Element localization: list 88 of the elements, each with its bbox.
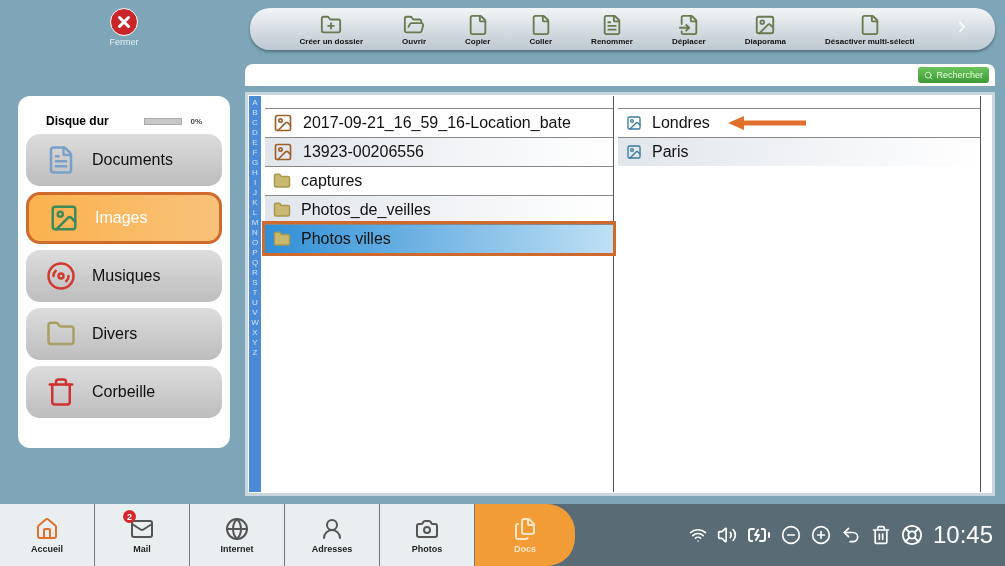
zoom-out-icon[interactable]	[780, 525, 801, 545]
alphabet-letter[interactable]: H	[252, 168, 258, 178]
toolbar-button[interactable]: Coller	[529, 14, 553, 46]
search-field[interactable]: Rechercher	[245, 64, 995, 86]
taskbar-icon	[225, 516, 249, 541]
taskbar-icon	[513, 516, 537, 541]
file-name: Paris	[652, 143, 689, 161]
search-icon	[924, 70, 934, 80]
folder-icon	[273, 230, 291, 248]
zoom-in-icon[interactable]	[810, 525, 831, 545]
undo-icon[interactable]	[840, 525, 861, 545]
folder-icon	[273, 172, 291, 190]
trash-icon[interactable]	[870, 525, 891, 545]
file-name: captures	[301, 172, 363, 190]
disk-usage-reading: 0%	[190, 116, 202, 126]
alphabet-letter[interactable]: V	[252, 308, 258, 318]
alphabet-letter[interactable]: S	[252, 278, 258, 288]
alphabet-letter[interactable]: G	[251, 158, 259, 168]
sidebar-item[interactable]: Divers	[26, 308, 222, 360]
file-name: Photos villes	[301, 230, 391, 248]
alphabet-letter[interactable]: J	[253, 188, 257, 198]
volume-icon[interactable]	[716, 525, 737, 545]
alphabet-letter[interactable]: L	[252, 208, 258, 218]
alphabet-letter[interactable]: B	[252, 108, 258, 118]
search-button[interactable]: Rechercher	[918, 67, 989, 83]
alphabet-letter[interactable]: K	[252, 198, 258, 208]
taskbar-icon	[320, 516, 344, 541]
alphabet-letter[interactable]: T	[252, 288, 258, 298]
category-icon	[46, 377, 76, 407]
alphabet-letter[interactable]: N	[252, 228, 258, 238]
file-list-item[interactable]: Photos villes	[265, 224, 613, 253]
file-name: Londres	[652, 114, 710, 132]
toolbar-button[interactable]: Diaporama	[744, 14, 787, 46]
image-icon	[626, 144, 642, 160]
file-name: 13923-00206556	[303, 143, 424, 161]
toolbar-button[interactable]: Créer un dossier	[299, 14, 364, 46]
alphabet-letter[interactable]: D	[252, 128, 258, 138]
close-icon	[115, 13, 133, 31]
alphabet-letter[interactable]: F	[252, 148, 258, 158]
toolbar-icon	[403, 14, 426, 36]
alphabet-letter[interactable]: X	[252, 328, 258, 338]
toolbar-button[interactable]: Ouvrir	[402, 14, 427, 46]
alphabet-letter[interactable]: Y	[252, 338, 258, 348]
image-icon	[626, 115, 642, 131]
alphabet-letter[interactable]: Z	[252, 348, 258, 358]
toolbar-icon	[754, 14, 777, 36]
lifebuoy-icon[interactable]	[900, 524, 923, 546]
category-icon	[49, 203, 79, 233]
sidebar-item[interactable]: Musiques	[26, 250, 222, 302]
alphabet-letter[interactable]: U	[252, 298, 258, 308]
photo-thumbnail-icon	[273, 113, 293, 133]
alphabet-letter[interactable]: Q	[251, 258, 259, 268]
wifi-icon	[688, 526, 707, 544]
alphabet-letter[interactable]: A	[252, 98, 258, 108]
taskbar-button[interactable]: 2 Mail	[95, 504, 190, 566]
sidebar-item[interactable]: Documents	[26, 134, 222, 186]
alphabet-letter[interactable]: P	[252, 248, 258, 258]
alphabet-letter[interactable]: W	[251, 318, 259, 328]
alphabet-letter[interactable]: R	[252, 268, 258, 278]
alphabet-letter[interactable]: M	[251, 218, 259, 228]
toolbar-button[interactable]: Déplacer	[671, 14, 706, 46]
toolbar-icon	[601, 14, 623, 36]
toolbar-button[interactable]: Désactiver multi-sélecti	[825, 14, 915, 46]
toolbar-icon	[677, 14, 700, 36]
toolbar-button[interactable]: Renommer	[591, 14, 633, 46]
alphabet-letter[interactable]: O	[251, 238, 259, 248]
taskbar-button[interactable]: Adresses	[285, 504, 380, 566]
taskbar-button[interactable]: Docs	[475, 504, 575, 566]
category-icon	[46, 261, 76, 291]
file-list-item[interactable]: Paris	[618, 137, 980, 166]
alphabet-letter[interactable]: I	[253, 178, 257, 188]
taskbar-button[interactable]: Internet	[190, 504, 285, 566]
file-name: 2017-09-21_16_59_16-Location_bate	[303, 114, 571, 132]
toolbar-icon	[320, 14, 343, 36]
taskbar-icon	[35, 516, 59, 541]
sidebar-item[interactable]: Corbeille	[26, 366, 222, 418]
folder-icon	[273, 201, 291, 219]
notification-badge: 2	[123, 510, 136, 523]
alphabet-letter[interactable]: E	[252, 138, 258, 148]
taskbar-button[interactable]: Accueil	[0, 504, 95, 566]
file-name: Photos_de_veilles	[301, 201, 431, 219]
alphabet-letter[interactable]: C	[252, 118, 258, 128]
sidebar-item[interactable]: Images	[26, 192, 222, 244]
clock: 10:45	[932, 521, 993, 549]
file-list-item[interactable]: 13923-00206556	[265, 137, 613, 166]
disk-label: Disque dur	[46, 114, 109, 128]
photo-thumbnail-icon	[273, 142, 293, 162]
toolbar-button[interactable]: Copier	[465, 14, 491, 46]
